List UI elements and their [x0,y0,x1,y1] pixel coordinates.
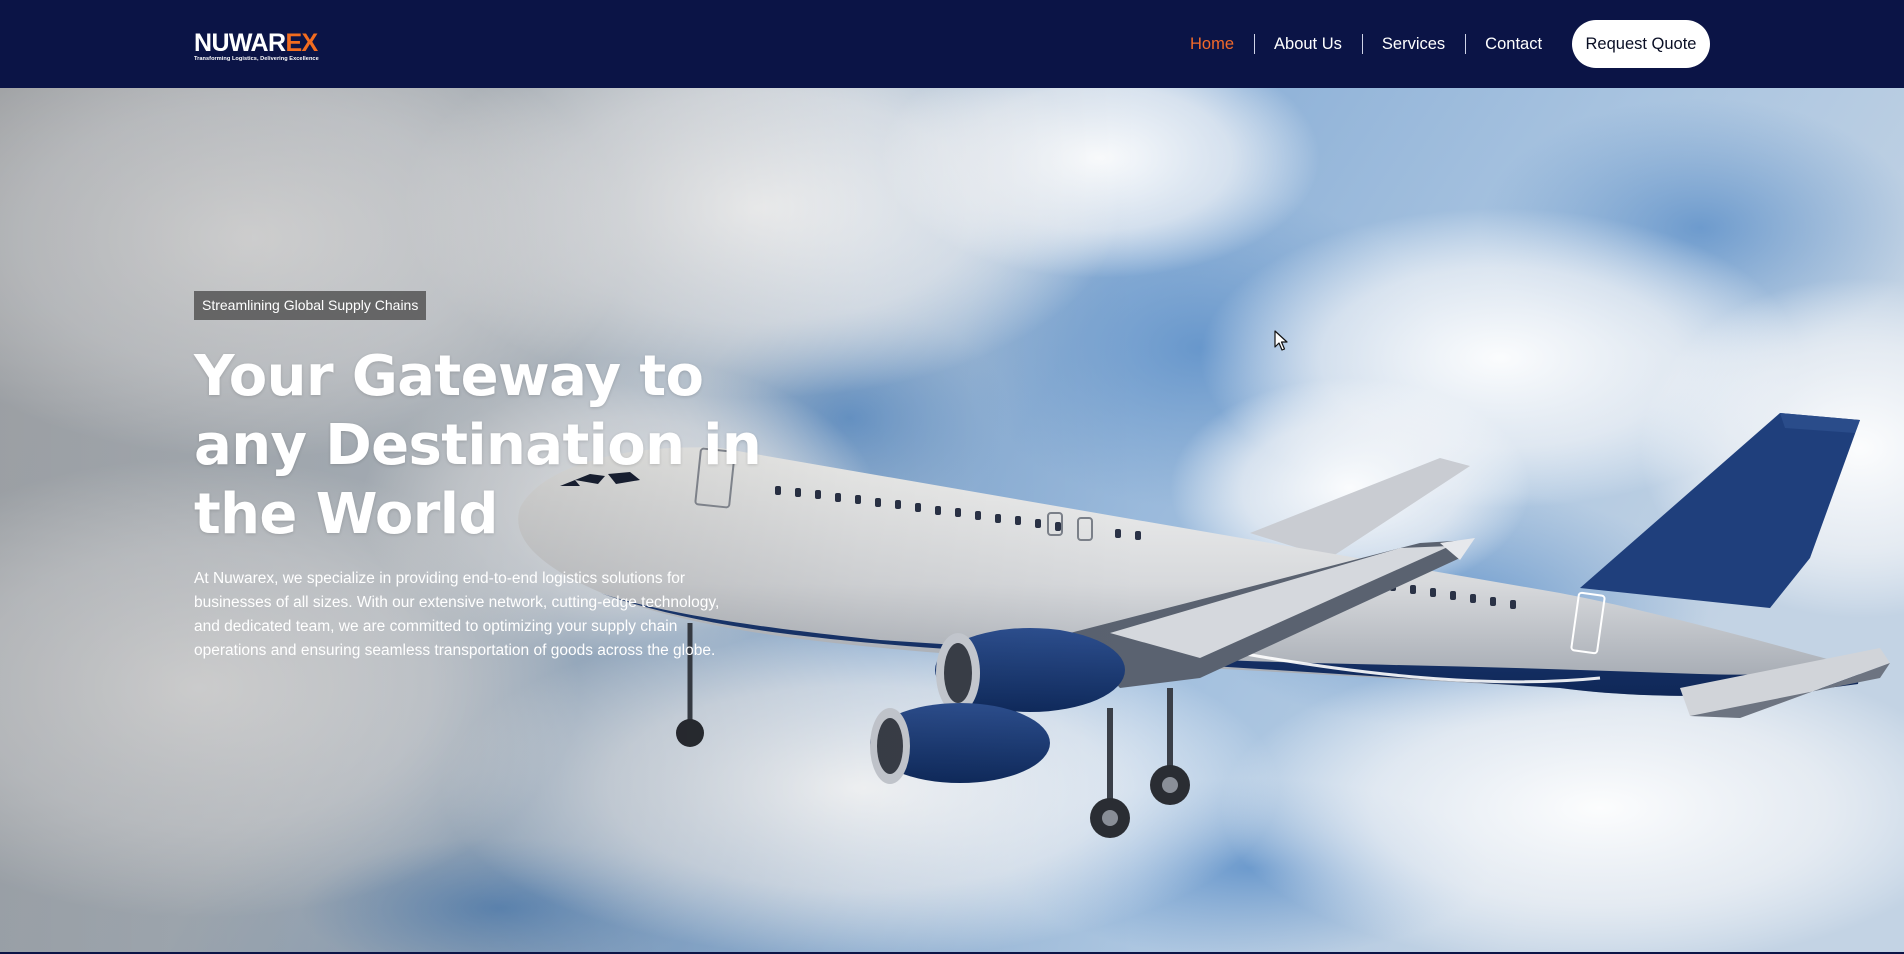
hero-description: At Nuwarex, we specialize in providing e… [194,570,720,659]
main-nav: Home About Us Services Contact [1170,0,1562,88]
mouse-cursor-icon [1274,330,1288,351]
nav-services[interactable]: Services [1361,34,1465,54]
logo-wordmark: NUWAREX [194,29,318,57]
hero-section: Streamlining Global Supply Chains Your G… [0,88,1904,954]
hero-tag-badge: Streamlining Global Supply Chains [194,291,427,320]
hero-headline: Your Gateway to any Destination in the W… [194,344,762,547]
brand-logo[interactable]: NUWAREX Transforming Logistics, Deliveri… [194,30,354,62]
nav-about-us[interactable]: About Us [1254,34,1362,54]
nav-contact[interactable]: Contact [1465,34,1562,54]
request-quote-button[interactable]: Request Quote [1572,20,1710,68]
site-header: NUWAREX Transforming Logistics, Deliveri… [0,0,1904,88]
nav-home[interactable]: Home [1170,34,1254,54]
logo-tagline: Transforming Logistics, Delivering Excel… [194,56,319,62]
